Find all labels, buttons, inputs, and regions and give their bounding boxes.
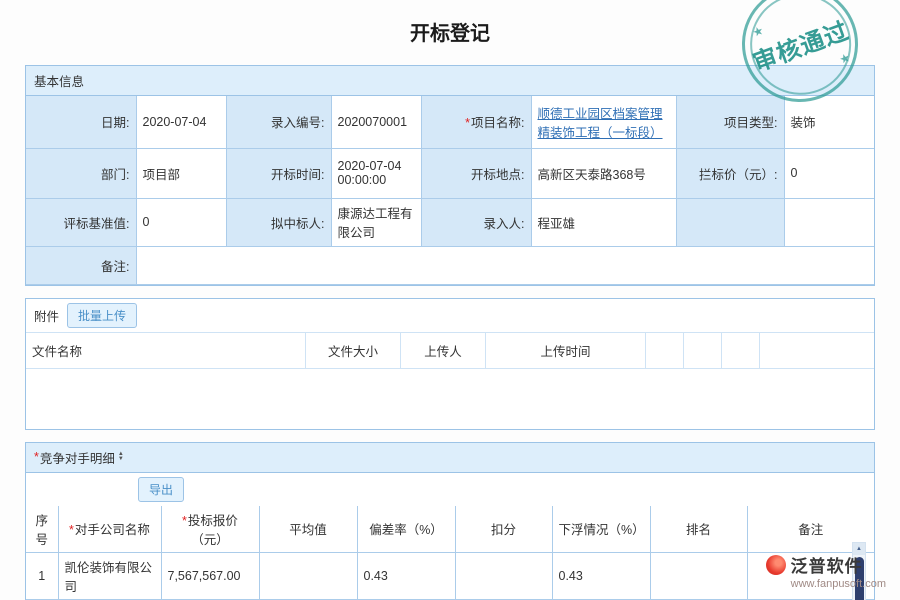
project-name-value: 顺德工业园区档案管理精装饰工程（一标段）: [531, 96, 676, 148]
project-type-value: 装饰: [784, 96, 874, 148]
location-value: 高新区天泰路368号: [531, 148, 676, 198]
location-label: 开标地点:: [421, 148, 531, 198]
col-header-bid-price: *投标报价（元）: [161, 506, 259, 553]
sort-desc-icon: ▼: [118, 457, 124, 462]
recorder-value: 程亚雄: [531, 198, 676, 246]
col-header-file-name: 文件名称: [26, 333, 306, 368]
col-header-rank: 排名: [650, 506, 747, 553]
dept-label: 部门:: [26, 148, 136, 198]
cell-serial: 1: [26, 552, 58, 599]
competitors-section-header: * 竞争对手明细 ▲ ▼: [26, 443, 874, 473]
col-header-deviation-rate: 偏差率（%）: [357, 506, 455, 553]
col-header-bid-price-text: 投标报价（元）: [188, 514, 238, 547]
col-header-company: *对手公司名称: [58, 506, 161, 553]
base-value-value: 0: [136, 198, 226, 246]
attachments-empty-column: [684, 333, 722, 368]
competitors-toolbar: 导出: [26, 473, 874, 506]
col-header-serial: 序号: [26, 506, 58, 553]
attachments-label: 附件: [34, 306, 59, 325]
dept-value: 项目部: [136, 148, 226, 198]
brand-url: www.fanpusoft.com: [791, 578, 886, 590]
col-header-upload-time: 上传时间: [486, 333, 646, 368]
basic-info-section: 基本信息 日期: 2020-07-04 录入编号: 2020070001 *项目…: [25, 65, 875, 286]
project-type-label: 项目类型:: [676, 96, 784, 148]
date-value: 2020-07-04: [136, 96, 226, 148]
project-name-label: *项目名称:: [421, 96, 531, 148]
attachments-empty-column: [646, 333, 684, 368]
base-value-label: 评标基准值:: [26, 198, 136, 246]
col-header-deduction: 扣分: [455, 506, 552, 553]
page-title: 开标登记: [0, 0, 900, 59]
required-marker: *: [465, 116, 470, 130]
basic-info-title: 基本信息: [34, 71, 84, 90]
fanpusoft-logo-icon: [766, 555, 786, 575]
cell-float-down: 0.43: [552, 552, 650, 599]
entry-no-label: 录入编号:: [226, 96, 331, 148]
basic-info-section-header: 基本信息: [26, 66, 874, 96]
required-marker: *: [69, 523, 74, 537]
attachments-empty-column: [722, 333, 760, 368]
remark-label: 备注:: [26, 246, 136, 284]
attachments-toolbar: 附件 批量上传: [26, 299, 874, 332]
batch-upload-button[interactable]: 批量上传: [67, 303, 137, 328]
competitors-header-row: 序号 *对手公司名称 *投标报价（元） 平均值 偏差率（%） 扣分 下浮情况（%…: [26, 506, 874, 553]
cell-rank: [650, 552, 747, 599]
recorder-label: 录入人:: [421, 198, 531, 246]
brand-name: 泛普软件: [791, 552, 863, 577]
sort-icon[interactable]: ▲ ▼: [118, 452, 124, 462]
cell-bid-price: 7,567,567.00: [161, 552, 259, 599]
remark-value: [136, 246, 874, 284]
required-marker: *: [34, 450, 39, 464]
proposed-winner-value: 康源达工程有限公司: [331, 198, 421, 246]
open-time-label: 开标时间:: [226, 148, 331, 198]
attachments-section: 附件 批量上传 文件名称 文件大小 上传人 上传时间: [25, 298, 875, 430]
entry-no-value: 2020070001: [331, 96, 421, 148]
date-label: 日期:: [26, 96, 136, 148]
proposed-winner-label: 拟中标人:: [226, 198, 331, 246]
basic-info-table: 日期: 2020-07-04 录入编号: 2020070001 *项目名称: 顺…: [26, 96, 874, 285]
table-row: 1 凯伦装饰有限公司 7,567,567.00 0.43 0.43: [26, 552, 874, 599]
cell-deviation-rate: 0.43: [357, 552, 455, 599]
cell-company: 凯伦装饰有限公司: [58, 552, 161, 599]
project-name-label-text: 项目名称:: [471, 116, 524, 130]
col-header-uploader: 上传人: [401, 333, 486, 368]
col-header-average: 平均值: [259, 506, 357, 553]
attachments-empty-column: [760, 333, 874, 368]
attachments-empty-body: [26, 369, 874, 429]
required-marker: *: [182, 514, 187, 528]
project-name-link[interactable]: 顺德工业园区档案管理精装饰工程（一标段）: [538, 107, 663, 140]
col-header-company-text: 对手公司名称: [75, 523, 150, 537]
brand-row: 泛普软件: [766, 552, 886, 577]
col-header-file-size: 文件大小: [306, 333, 401, 368]
ceiling-price-value: 0: [784, 148, 874, 198]
footer-brand: 泛普软件 www.fanpusoft.com: [766, 552, 886, 590]
attachments-header-row: 文件名称 文件大小 上传人 上传时间: [26, 332, 874, 369]
competitors-table: 序号 *对手公司名称 *投标报价（元） 平均值 偏差率（%） 扣分 下浮情况（%…: [26, 506, 874, 600]
competitors-title: 竞争对手明细: [40, 448, 115, 467]
ceiling-price-label: 拦标价（元）:: [676, 148, 784, 198]
competitors-section: * 竞争对手明细 ▲ ▼ 导出 序号 *对手公司名称 *投标报价（元） 平均值: [25, 442, 875, 600]
empty-value-cell: [784, 198, 874, 246]
col-header-float-down: 下浮情况（%）: [552, 506, 650, 553]
open-time-value: 2020-07-04 00:00:00: [331, 148, 421, 198]
empty-label-cell: [676, 198, 784, 246]
export-button[interactable]: 导出: [138, 477, 184, 502]
cell-deduction: [455, 552, 552, 599]
cell-average: [259, 552, 357, 599]
page: 开标登记 ★ 审核通过 ★ 基本信息 日期: 2020-07-04 录入编号: …: [0, 0, 900, 600]
